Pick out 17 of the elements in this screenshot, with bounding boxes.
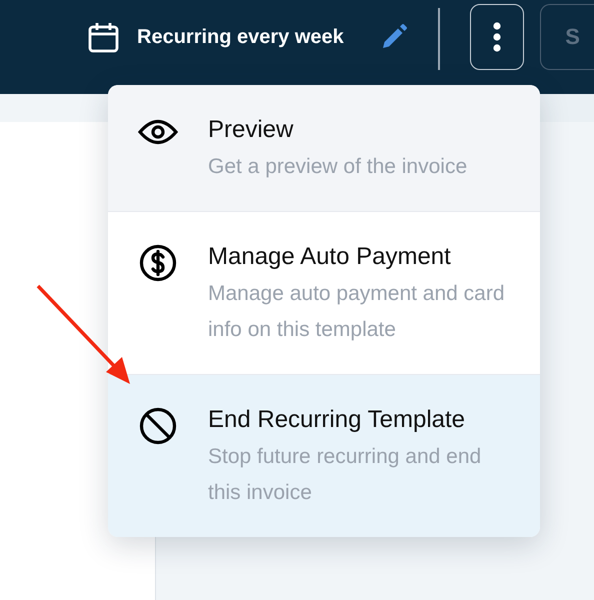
recurrence-label: Recurring every week — [137, 26, 345, 48]
kebab-icon — [492, 22, 502, 52]
menu-item-title: Manage Auto Payment — [208, 242, 452, 272]
menu-item[interactable]: Preview Get a preview of the invoice — [108, 85, 540, 211]
calendar-icon — [88, 22, 119, 52]
pencil-icon[interactable] — [380, 23, 408, 51]
menu-item-description: Manage auto payment and card info on this template — [208, 281, 506, 343]
menu-item-title: End Recurring Template — [208, 405, 466, 435]
more-options-button[interactable] — [470, 4, 524, 70]
menu-item-title: Preview — [208, 115, 294, 145]
dollar-icon — [139, 244, 177, 282]
menu-item[interactable]: End Recurring Template Stop future recurring and end this invoice — [108, 374, 540, 537]
prohibited-icon — [139, 407, 177, 445]
menu-item[interactable]: Manage Auto Payment Manage auto payment and card info on this template — [108, 211, 540, 374]
menu-item-description: Stop future recurring and end this invoice — [208, 444, 482, 506]
eye-icon — [138, 117, 178, 147]
menu-item-description: Get a preview of the invoice — [208, 154, 468, 180]
